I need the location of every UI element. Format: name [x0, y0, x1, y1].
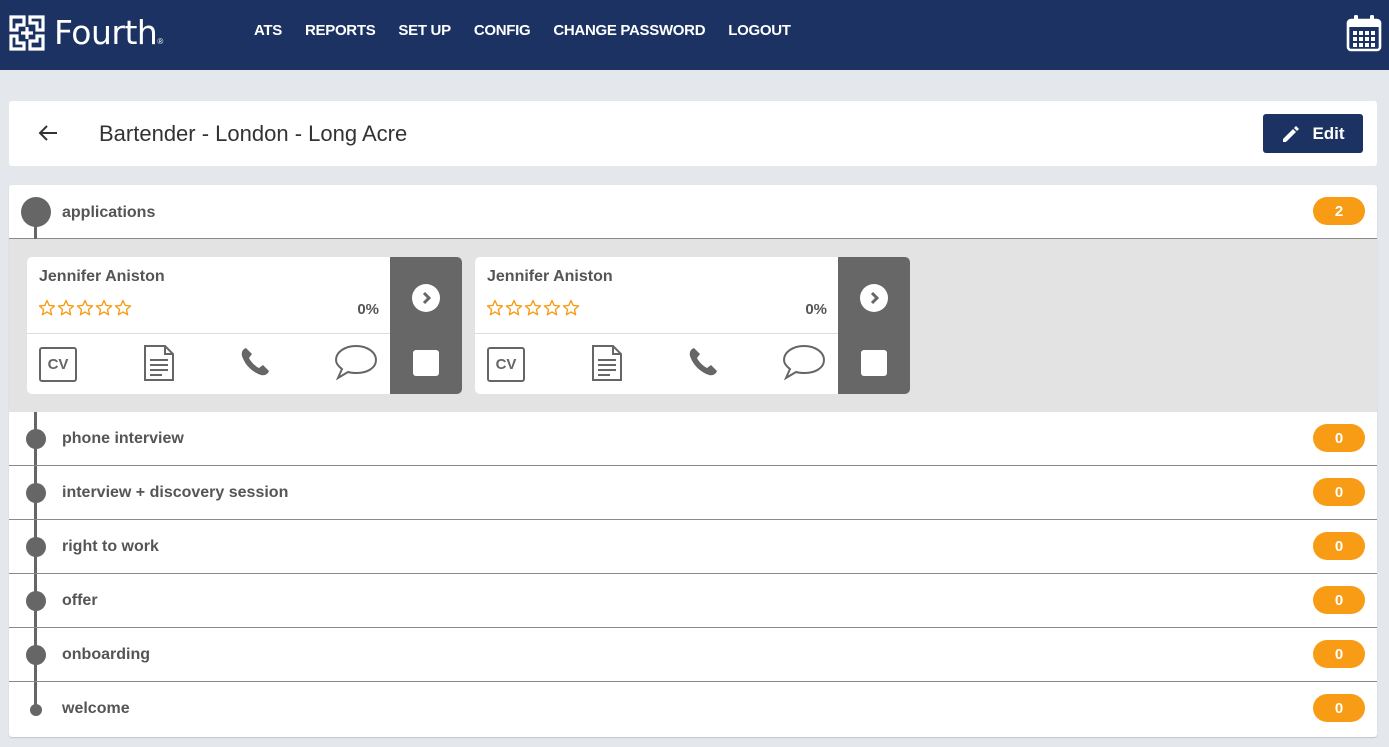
- stage-applications[interactable]: applications 2: [9, 185, 1377, 239]
- edit-button-label: Edit: [1312, 123, 1345, 143]
- next-stage-button[interactable]: [860, 284, 888, 312]
- stage-right-to-work[interactable]: right to work 0: [9, 520, 1377, 574]
- stage-dot: [30, 704, 42, 716]
- stage-count-badge: 0: [1313, 478, 1365, 506]
- main-nav: ATS REPORTS SET UP CONFIG CHANGE PASSWOR…: [254, 21, 814, 41]
- document-icon[interactable]: [590, 344, 624, 382]
- next-stage-button[interactable]: [412, 284, 440, 312]
- card-actions-panel: [390, 257, 462, 394]
- stage-count-badge: 0: [1313, 640, 1365, 668]
- stage-label: right to work: [62, 538, 159, 555]
- page-title: Bartender - London - Long Acre: [99, 121, 408, 146]
- fourth-logo[interactable]: Fourth ®: [9, 14, 163, 52]
- star-icon[interactable]: [95, 299, 113, 317]
- star-icon[interactable]: [114, 299, 132, 317]
- stage-label: welcome: [62, 700, 130, 717]
- stage-dot: [26, 429, 46, 449]
- select-checkbox[interactable]: [413, 350, 439, 376]
- applicant-score: 0%: [357, 301, 379, 318]
- stage-welcome[interactable]: welcome 0: [9, 682, 1377, 736]
- back-arrow-icon[interactable]: [37, 122, 59, 144]
- fourth-logo-icon: [9, 15, 45, 51]
- stage-dot: [26, 483, 46, 503]
- stage-interview-discovery-session[interactable]: interview + discovery session 0: [9, 466, 1377, 520]
- select-checkbox[interactable]: [861, 350, 887, 376]
- applicant-card[interactable]: Jennifer Aniston 0% CV: [27, 257, 462, 394]
- nav-config[interactable]: CONFIG: [474, 21, 531, 41]
- nav-reports[interactable]: REPORTS: [305, 21, 376, 41]
- applicant-name: Jennifer Aniston: [39, 268, 165, 285]
- nav-set-up[interactable]: SET UP: [398, 21, 451, 41]
- cv-button[interactable]: CV: [39, 347, 77, 382]
- applicant-name: Jennifer Aniston: [487, 268, 613, 285]
- stage-count-badge: 0: [1313, 586, 1365, 614]
- top-nav-bar: Fourth ® ATS REPORTS SET UP CONFIG CHANG…: [0, 0, 1389, 70]
- registered-mark: ®: [157, 37, 164, 46]
- recruitment-pipeline: applications 2 Jennifer Aniston 0% CV Je…: [9, 185, 1377, 737]
- nav-logout[interactable]: LOGOUT: [728, 21, 791, 41]
- pencil-icon: [1283, 125, 1300, 142]
- card-divider: [475, 333, 838, 334]
- star-icon[interactable]: [76, 299, 94, 317]
- timeline-line: [34, 225, 37, 239]
- stage-label: phone interview: [62, 430, 184, 447]
- phone-icon[interactable]: [239, 346, 271, 378]
- stage-count-badge: 2: [1313, 197, 1365, 225]
- star-icon[interactable]: [486, 299, 504, 317]
- stage-label: onboarding: [62, 646, 150, 663]
- stage-offer[interactable]: offer 0: [9, 574, 1377, 628]
- chevron-right-icon: [870, 291, 880, 305]
- cv-button[interactable]: CV: [487, 347, 525, 382]
- phone-icon[interactable]: [687, 346, 719, 378]
- applications-list: Jennifer Aniston 0% CV Jennifer Aniston …: [9, 239, 1377, 412]
- comment-icon[interactable]: [781, 343, 827, 381]
- stage-dot: [26, 591, 46, 611]
- nav-ats[interactable]: ATS: [254, 21, 282, 41]
- stage-dot: [21, 197, 51, 227]
- job-header: Bartender - London - Long Acre Edit: [9, 101, 1377, 166]
- calendar-icon[interactable]: [1346, 14, 1382, 52]
- star-icon[interactable]: [505, 299, 523, 317]
- star-icon[interactable]: [57, 299, 75, 317]
- star-icon[interactable]: [543, 299, 561, 317]
- stage-label: interview + discovery session: [62, 484, 289, 501]
- logo-text: Fourth: [54, 13, 158, 52]
- nav-change-password[interactable]: CHANGE PASSWORD: [553, 21, 705, 41]
- star-rating[interactable]: [38, 299, 133, 317]
- star-rating[interactable]: [486, 299, 581, 317]
- document-icon[interactable]: [142, 344, 176, 382]
- edit-button[interactable]: Edit: [1263, 114, 1363, 153]
- star-icon[interactable]: [38, 299, 56, 317]
- card-actions-panel: [838, 257, 910, 394]
- star-icon[interactable]: [562, 299, 580, 317]
- stage-label: offer: [62, 592, 98, 609]
- star-icon[interactable]: [524, 299, 542, 317]
- chevron-right-icon: [422, 291, 432, 305]
- stage-dot: [26, 645, 46, 665]
- stage-count-badge: 0: [1313, 532, 1365, 560]
- stage-count-badge: 0: [1313, 424, 1365, 452]
- applicant-card[interactable]: Jennifer Aniston 0% CV: [475, 257, 910, 394]
- stage-phone-interview[interactable]: phone interview 0: [9, 412, 1377, 466]
- stage-dot: [26, 537, 46, 557]
- stage-count-badge: 0: [1313, 694, 1365, 722]
- applicant-score: 0%: [805, 301, 827, 318]
- comment-icon[interactable]: [333, 343, 379, 381]
- card-divider: [27, 333, 390, 334]
- stage-label: applications: [62, 204, 156, 221]
- stage-onboarding[interactable]: onboarding 0: [9, 628, 1377, 682]
